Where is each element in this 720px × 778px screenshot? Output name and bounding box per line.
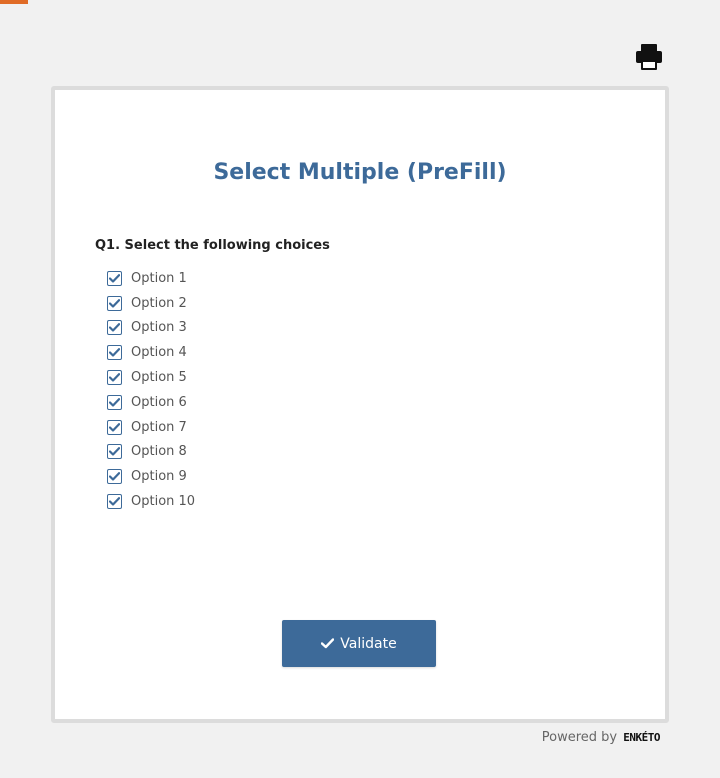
- option-label: Option 1: [131, 270, 187, 286]
- option-item[interactable]: Option 6: [107, 390, 615, 415]
- option-item[interactable]: Option 9: [107, 464, 615, 489]
- checkmark-icon: [109, 348, 120, 357]
- checkbox[interactable]: [107, 345, 122, 361]
- checkbox[interactable]: [107, 469, 122, 485]
- options-list: Option 1 Option 2 Option 3 Option 4 Option 5…: [95, 266, 615, 514]
- checkmark-icon: [321, 638, 335, 649]
- option-label: Option 5: [131, 370, 187, 386]
- validate-label: Validate: [340, 635, 397, 652]
- option-item[interactable]: Option 3: [107, 316, 615, 341]
- print-button[interactable]: [632, 40, 666, 74]
- option-label: Option 6: [131, 394, 187, 410]
- validate-button[interactable]: Validate: [282, 620, 436, 667]
- checkmark-icon: [109, 298, 120, 308]
- checkbox[interactable]: [107, 419, 122, 435]
- checkmark-icon: [109, 497, 120, 506]
- option-label: Option 3: [131, 320, 187, 336]
- checkbox[interactable]: [107, 494, 122, 510]
- checkmark-icon: [109, 447, 120, 457]
- checkbox[interactable]: [107, 444, 122, 460]
- question-label: Q1. Select the following choices: [95, 238, 330, 253]
- footer: Powered by ENKÉTO: [480, 730, 661, 745]
- checkbox[interactable]: [107, 394, 122, 410]
- option-item[interactable]: Option 1: [107, 266, 615, 291]
- option-item[interactable]: Option 2: [107, 291, 615, 316]
- option-label: Option 2: [131, 295, 187, 311]
- question-q1: Q1. Select the following choices Option …: [95, 238, 615, 514]
- print-icon: [632, 40, 666, 74]
- option-label: Option 4: [131, 345, 187, 361]
- corner-accent: [0, 0, 28, 4]
- option-item[interactable]: Option 5: [107, 365, 615, 390]
- form-card: Select Multiple (PreFill) Q1. Select the…: [51, 86, 669, 723]
- form-title: Select Multiple (PreFill): [213, 160, 507, 185]
- option-label: Option 10: [131, 494, 196, 510]
- page: Select Multiple (PreFill) Q1. Select the…: [0, 0, 720, 778]
- option-item[interactable]: Option 4: [107, 340, 615, 365]
- checkbox[interactable]: [107, 370, 122, 386]
- powered-by-text: Powered by: [541, 730, 618, 745]
- option-label: Option 9: [131, 469, 187, 485]
- checkbox[interactable]: [107, 320, 122, 336]
- option-item[interactable]: Option 8: [107, 440, 615, 465]
- checkmark-icon: [109, 273, 120, 283]
- checkmark-icon: [109, 373, 120, 382]
- option-item[interactable]: Option 10: [107, 489, 615, 514]
- checkmark-icon: [109, 397, 120, 407]
- checkmark-icon: [109, 422, 120, 432]
- option-item[interactable]: Option 7: [107, 415, 615, 440]
- checkmark-icon: [109, 472, 120, 481]
- checkbox[interactable]: [107, 295, 122, 311]
- option-label: Option 7: [131, 419, 187, 435]
- checkbox[interactable]: [107, 270, 122, 286]
- brand-logo[interactable]: ENKÉTO: [623, 731, 660, 744]
- option-label: Option 8: [131, 444, 187, 460]
- checkmark-icon: [109, 323, 120, 333]
